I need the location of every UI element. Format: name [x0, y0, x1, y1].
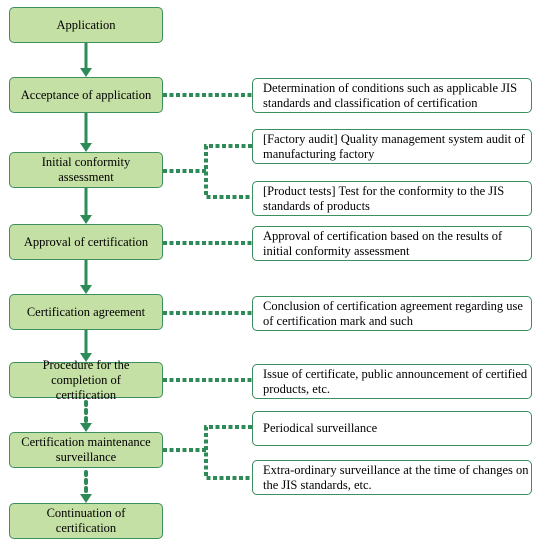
detail-extraordinary-surveillance: Extra-ordinary surveillance at the time …: [252, 460, 532, 495]
step-acceptance: Acceptance of application: [9, 77, 163, 113]
step-initial-assessment: Initial conformity assessment: [9, 152, 163, 188]
detail-product-tests: [Product tests] Test for the conformity …: [252, 181, 532, 216]
arrowhead: [80, 68, 92, 77]
detail-factory-audit: [Factory audit] Quality management syste…: [252, 129, 532, 164]
step-continuation: Continuation of certification: [9, 503, 163, 539]
step-agreement: Certification agreement: [9, 294, 163, 330]
arrowhead: [80, 423, 92, 432]
certification-flowchart: Application Acceptance of application In…: [0, 0, 543, 547]
step-approval: Approval of certification: [9, 224, 163, 260]
arrowhead: [80, 143, 92, 152]
dotted-connector: [204, 425, 252, 480]
detail-periodical-surveillance: Periodical surveillance: [252, 411, 532, 446]
arrowhead: [80, 215, 92, 224]
step-completion-procedure: Procedure for the completion of certific…: [9, 358, 163, 402]
dotted-connector: [204, 144, 252, 199]
arrowhead: [80, 494, 92, 503]
step-maintenance-surveillance: Certification maintenance surveillance: [9, 432, 163, 468]
detail-approval: Approval of certification based on the r…: [252, 226, 532, 261]
detail-acceptance: Determination of conditions such as appl…: [252, 78, 532, 113]
arrowhead: [80, 285, 92, 294]
detail-agreement: Conclusion of certification agreement re…: [252, 296, 532, 331]
detail-completion: Issue of certificate, public announcemen…: [252, 364, 532, 399]
step-application: Application: [9, 7, 163, 43]
